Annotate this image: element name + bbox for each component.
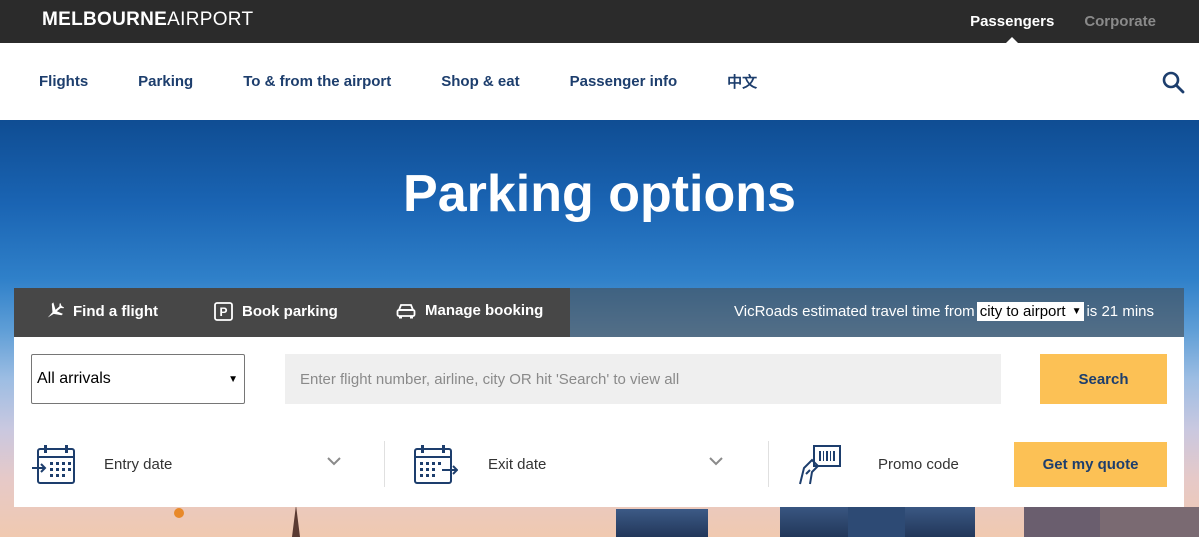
nav-item-passenger-info[interactable]: Passenger info [570, 73, 678, 90]
route-select-value: city to airport [979, 303, 1066, 320]
promo-code-label: Promo code [878, 456, 959, 473]
dropdown-arrow-icon: ▼ [228, 373, 238, 385]
svg-text:P: P [219, 305, 227, 319]
entry-date-label: Entry date [104, 456, 173, 473]
promo-code-field[interactable]: Promo code [798, 442, 978, 487]
tab-book-parking-label: Book parking [242, 303, 338, 320]
search-button[interactable]: Search [1040, 354, 1167, 404]
chevron-down-icon [709, 457, 723, 466]
route-select[interactable]: city to airport ▼ [976, 302, 1085, 321]
nav-item-flights[interactable]: Flights [39, 73, 88, 90]
page-title: Parking options [403, 165, 796, 223]
travel-time-prefix: VicRoads estimated travel time from [734, 303, 975, 320]
tab-find-a-flight[interactable]: Find a flight [44, 302, 158, 320]
audience-switch: Passengers Corporate [970, 0, 1156, 43]
promo-ticket-icon [799, 444, 841, 484]
booking-panel: All arrivals ▼ Enter flight number, airl… [14, 337, 1184, 507]
flight-search-placeholder: Enter flight number, airline, city OR hi… [300, 370, 680, 388]
nav-item-shop-eat[interactable]: Shop & eat [441, 73, 519, 90]
entry-date-picker[interactable]: Entry date [32, 442, 342, 487]
booking-tab-strip: Find a flight P Book parking Manage book… [14, 288, 1184, 337]
get-quote-button[interactable]: Get my quote [1014, 442, 1167, 487]
top-link-passengers[interactable]: Passengers [970, 0, 1054, 43]
search-icon[interactable] [1161, 70, 1185, 94]
field-divider [768, 441, 769, 487]
top-link-corporate[interactable]: Corporate [1084, 0, 1156, 43]
calendar-icon [32, 444, 75, 484]
tab-manage-booking-label: Manage booking [425, 302, 544, 319]
exit-date-picker[interactable]: Exit date [414, 442, 724, 487]
field-divider [384, 441, 385, 487]
tab-find-a-flight-label: Find a flight [73, 302, 158, 320]
flight-search-input[interactable]: Enter flight number, airline, city OR hi… [285, 354, 1001, 404]
plane-icon [47, 302, 64, 318]
parking-icon: P [214, 302, 233, 321]
logo-bold-text: MELBOURNE [42, 9, 168, 30]
chevron-down-icon [327, 457, 341, 466]
nav-item-chinese[interactable]: 中文 [727, 71, 757, 92]
travel-time-suffix: is 21 mins [1086, 303, 1154, 320]
site-logo[interactable]: MELBOURNEAIRPORT [42, 9, 253, 31]
top-bar: MELBOURNEAIRPORT Passengers Corporate [0, 0, 1199, 43]
travel-time-info: VicRoads estimated travel time from city… [734, 302, 1154, 321]
car-icon [396, 304, 416, 319]
calendar-icon [414, 444, 458, 484]
arrivals-select[interactable]: All arrivals ▼ [31, 354, 245, 404]
main-navigation: Flights Parking To & from the airport Sh… [0, 43, 1199, 120]
exit-date-label: Exit date [488, 456, 547, 473]
nav-item-to-from-airport[interactable]: To & from the airport [243, 73, 391, 90]
tab-book-parking[interactable]: P Book parking [214, 302, 338, 321]
booking-tabs: Find a flight P Book parking Manage book… [14, 288, 570, 337]
logo-thin-text: AIRPORT [167, 9, 254, 30]
nav-item-parking[interactable]: Parking [138, 73, 193, 90]
arrivals-select-value: All arrivals [37, 370, 111, 387]
tab-manage-booking[interactable]: Manage booking [396, 302, 543, 319]
dropdown-arrow-icon: ▼ [1071, 306, 1082, 317]
